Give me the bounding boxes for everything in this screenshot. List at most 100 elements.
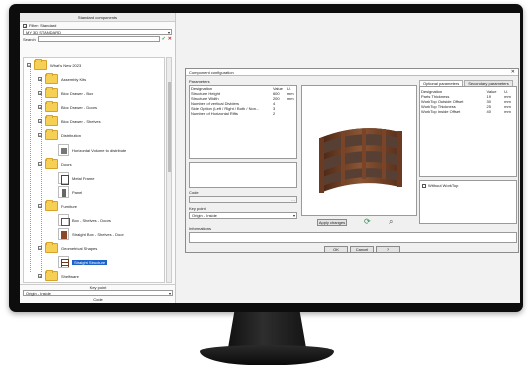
tree-node-label: Bloc Drawer - Shelves bbox=[61, 118, 101, 124]
tree-node-label: What's New 2023 bbox=[50, 62, 82, 68]
help-button[interactable]: ? bbox=[376, 246, 400, 253]
component-thumbnail-icon bbox=[58, 228, 69, 240]
search-row: Search ✓ ✕ bbox=[20, 35, 175, 43]
parameters-label: Parameters bbox=[189, 79, 210, 84]
tree-node-label: Geometrical Shapes bbox=[61, 245, 98, 251]
information-area bbox=[189, 232, 517, 243]
param-name: Number of Horizontal Rifts bbox=[191, 111, 238, 116]
folder-icon bbox=[45, 200, 58, 211]
keypoint-label: Key point bbox=[189, 206, 206, 211]
3d-preview[interactable] bbox=[301, 85, 417, 216]
options-box: Without WorkTop bbox=[419, 180, 517, 224]
tree-node[interactable]: + Bloc Drawer - Box bbox=[38, 87, 93, 98]
tree-node[interactable]: − Doors bbox=[38, 158, 72, 169]
tree-node[interactable]: − Distribution bbox=[38, 129, 82, 140]
table-row[interactable]: WorkTop Inside Offset 40 mm bbox=[420, 109, 516, 114]
keypoint-select[interactable]: Origin - Inside ▾ bbox=[23, 290, 173, 296]
without-worktop-option[interactable]: Without WorkTop bbox=[420, 181, 516, 190]
tree-leaf[interactable]: Horizontal Volume to distribute bbox=[58, 144, 126, 156]
collapse-icon[interactable]: − bbox=[38, 204, 42, 209]
collapse-icon[interactable]: − bbox=[27, 63, 31, 68]
folder-icon bbox=[45, 158, 58, 169]
table-row[interactable]: Number of Horizontal Rifts 2 bbox=[190, 111, 296, 116]
tree-node[interactable]: + Assembly Kits bbox=[38, 73, 87, 84]
collapse-icon[interactable]: − bbox=[38, 133, 42, 138]
search-input[interactable] bbox=[37, 36, 160, 42]
folder-icon bbox=[45, 87, 58, 98]
tree-leaf[interactable]: Straight Box - Shelves - Door bbox=[58, 228, 124, 240]
tree-node-label: Doors bbox=[61, 161, 72, 167]
filter-checkbox[interactable]: ✓ bbox=[23, 23, 27, 28]
folder-icon bbox=[45, 129, 58, 140]
tree-node-root[interactable]: − What's New 2023 bbox=[27, 59, 82, 70]
tree-node-label: Assembly Kits bbox=[61, 76, 87, 82]
component-thumbnail-icon bbox=[58, 186, 69, 198]
keypoint-select[interactable]: Origin - Inside ▾ bbox=[189, 212, 297, 219]
without-worktop-checkbox[interactable] bbox=[422, 183, 426, 188]
collapse-icon[interactable]: − bbox=[38, 246, 42, 251]
scrollbar-thumb[interactable] bbox=[168, 82, 171, 172]
folder-icon bbox=[45, 101, 58, 112]
folder-icon bbox=[34, 59, 47, 70]
confirm-icon[interactable]: ✓ bbox=[162, 36, 166, 42]
tree-node[interactable]: + Bloc Drawer - Doors bbox=[38, 101, 98, 112]
monitor-stand-neck bbox=[228, 312, 306, 348]
tree-node[interactable]: + Shelfware bbox=[38, 270, 79, 281]
code-field[interactable]: … bbox=[189, 196, 297, 203]
code-label: Code bbox=[189, 190, 199, 195]
keypoint-select-value: Origin - Inside bbox=[26, 291, 51, 296]
component-thumbnail-icon bbox=[58, 256, 69, 268]
cancel-button[interactable]: Cancel bbox=[350, 246, 374, 253]
tree-node[interactable]: − Geometrical Shapes bbox=[38, 242, 98, 253]
expand-icon[interactable]: + bbox=[38, 105, 42, 110]
notes-area[interactable] bbox=[189, 162, 297, 188]
refresh-icon[interactable]: ⟳ bbox=[364, 217, 371, 226]
expand-icon[interactable]: + bbox=[38, 274, 42, 279]
information-label: Informations bbox=[189, 226, 212, 231]
expand-icon[interactable]: + bbox=[38, 77, 42, 82]
code-label: Code bbox=[93, 297, 103, 302]
ok-button[interactable]: OK bbox=[324, 246, 348, 253]
tree-node-label: Straight Structure bbox=[72, 259, 108, 265]
zoom-icon[interactable]: ⌕ bbox=[389, 217, 393, 227]
tree-node[interactable]: + Bloc Drawer - Shelves bbox=[38, 115, 101, 126]
expand-icon[interactable]: + bbox=[38, 91, 42, 96]
tree-node[interactable]: − Furniture bbox=[38, 200, 77, 211]
tree-leaf[interactable]: Box - Shelves - Doors bbox=[58, 214, 111, 226]
component-thumbnail-icon bbox=[58, 172, 69, 185]
tree-node-label: Distribution bbox=[61, 132, 82, 138]
tree-node-label: Shelfware bbox=[61, 273, 79, 279]
tree-leaf[interactable]: Panel bbox=[58, 186, 82, 198]
dialog-title: Component configuration bbox=[189, 70, 234, 75]
component-tree: − What's New 2023 + Assembly Kits + Bloc… bbox=[23, 57, 165, 283]
folder-icon bbox=[45, 73, 58, 84]
collection-select[interactable]: MY 3D STANDARD ▾ bbox=[23, 29, 172, 35]
param-value[interactable]: 2 bbox=[272, 111, 286, 116]
tree-scrollbar[interactable] bbox=[166, 57, 172, 283]
chevron-down-icon: ▾ bbox=[292, 213, 295, 218]
tree-guide-line bbox=[30, 66, 31, 272]
keypoint-select-value: Origin - Inside bbox=[192, 213, 217, 218]
component-library-panel: Standard components ✓ Filter: Standard M… bbox=[20, 13, 176, 303]
tree-leaf-selected[interactable]: Straight Structure bbox=[58, 256, 108, 268]
param-unit bbox=[286, 111, 296, 116]
folder-icon bbox=[45, 270, 58, 281]
clear-icon[interactable]: ✕ bbox=[168, 36, 172, 42]
parameters-table: Designation Value U. Structure Height 60… bbox=[189, 85, 297, 159]
tree-node-label: Panel bbox=[72, 189, 83, 195]
tree-leaf[interactable]: Metal Frame bbox=[58, 172, 94, 185]
collapse-icon[interactable]: − bbox=[38, 162, 42, 167]
ellipsis-icon[interactable]: … bbox=[291, 197, 295, 202]
panel-title: Standard components bbox=[20, 13, 175, 22]
expand-icon[interactable]: + bbox=[38, 119, 42, 124]
monitor-stand-base bbox=[200, 345, 334, 365]
param-value[interactable]: 40 bbox=[486, 109, 504, 114]
close-icon[interactable]: ✕ bbox=[511, 69, 515, 76]
param-unit: mm bbox=[504, 109, 511, 114]
screen: Standard components ✓ Filter: Standard M… bbox=[20, 13, 520, 303]
curved-shelf-model-icon bbox=[319, 128, 402, 193]
apply-changes-button[interactable]: Apply changes bbox=[317, 219, 347, 226]
filter-label: Filter: Standard bbox=[29, 23, 57, 28]
tree-node-label: Horizontal Volume to distribute bbox=[72, 147, 127, 153]
tree-node-label: Bloc Drawer - Doors bbox=[61, 104, 98, 110]
